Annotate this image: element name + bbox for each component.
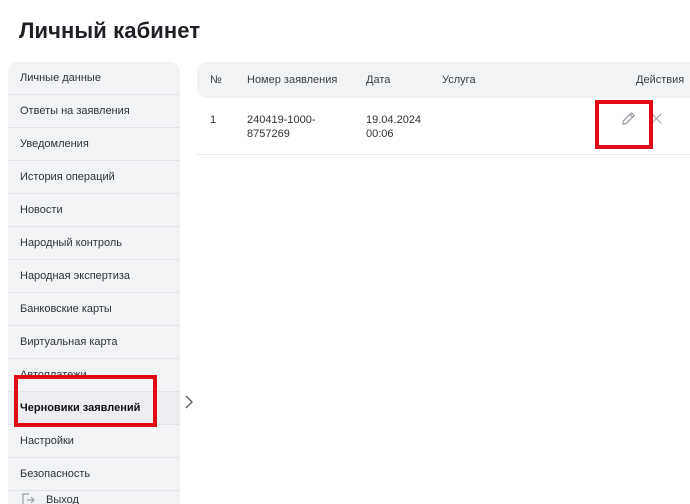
- sidebar-item-public-expertise[interactable]: Народная экспертиза: [8, 260, 180, 293]
- column-service: Услуга: [442, 74, 476, 86]
- column-number: №: [210, 74, 222, 86]
- column-date: Дата: [366, 74, 391, 86]
- sidebar-item-label: Выход: [46, 493, 79, 504]
- row-application-number: 240419-1000- 8757269: [247, 113, 316, 141]
- application-number-line1: 240419-1000-: [247, 114, 316, 126]
- highlight-drafts-item: [14, 375, 157, 427]
- sidebar-item-label: Личные данные: [20, 72, 101, 84]
- row-number: 1: [210, 114, 217, 126]
- sidebar-item-label: Уведомления: [20, 138, 89, 150]
- sidebar-item-bank-cards[interactable]: Банковские карты: [8, 293, 180, 326]
- sidebar-item-notifications[interactable]: Уведомления: [8, 128, 180, 161]
- sidebar-item-operation-history[interactable]: История операций: [8, 161, 180, 194]
- sidebar-item-label: История операций: [20, 171, 115, 183]
- sidebar-item-virtual-card[interactable]: Виртуальная карта: [8, 326, 180, 359]
- sidebar-item-label: Новости: [20, 204, 63, 216]
- column-application-number: Номер заявления: [247, 74, 338, 86]
- sidebar-item-label: Ответы на заявления: [20, 105, 130, 117]
- date-line2: 00:06: [366, 128, 394, 140]
- sidebar-item-label: Безопасность: [20, 468, 91, 480]
- sidebar-item-settings[interactable]: Настройки: [8, 425, 180, 458]
- sidebar: Личные данные Ответы на заявления Уведом…: [8, 62, 180, 504]
- date-line1: 19.04.2024: [366, 114, 422, 126]
- sidebar-item-logout[interactable]: Выход: [8, 483, 180, 504]
- column-actions: Действия: [636, 74, 685, 86]
- sidebar-item-application-replies[interactable]: Ответы на заявления: [8, 95, 180, 128]
- sidebar-item-news[interactable]: Новости: [8, 194, 180, 227]
- sidebar-item-label: Народная экспертиза: [20, 270, 131, 282]
- logout-icon: [22, 492, 35, 504]
- sidebar-item-label: Народный контроль: [20, 237, 122, 249]
- sidebar-item-label: Банковские карты: [20, 303, 112, 315]
- row-date: 19.04.2024 00:06: [366, 113, 421, 141]
- highlight-edit-action: [595, 100, 653, 149]
- personal-cabinet-page: Личный кабинет Личные данные Ответы на з…: [0, 0, 690, 504]
- sidebar-item-personal-data[interactable]: Личные данные: [8, 62, 180, 95]
- sidebar-item-label: Настройки: [20, 435, 74, 447]
- sidebar-item-label: Виртуальная карта: [20, 336, 118, 348]
- chevron-right-icon: [185, 395, 193, 409]
- page-title: Личный кабинет: [19, 18, 201, 43]
- application-number-line2: 8757269: [247, 128, 290, 140]
- table-header: № Номер заявления Дата Услуга Действия: [197, 62, 690, 98]
- sidebar-item-public-control[interactable]: Народный контроль: [8, 227, 180, 260]
